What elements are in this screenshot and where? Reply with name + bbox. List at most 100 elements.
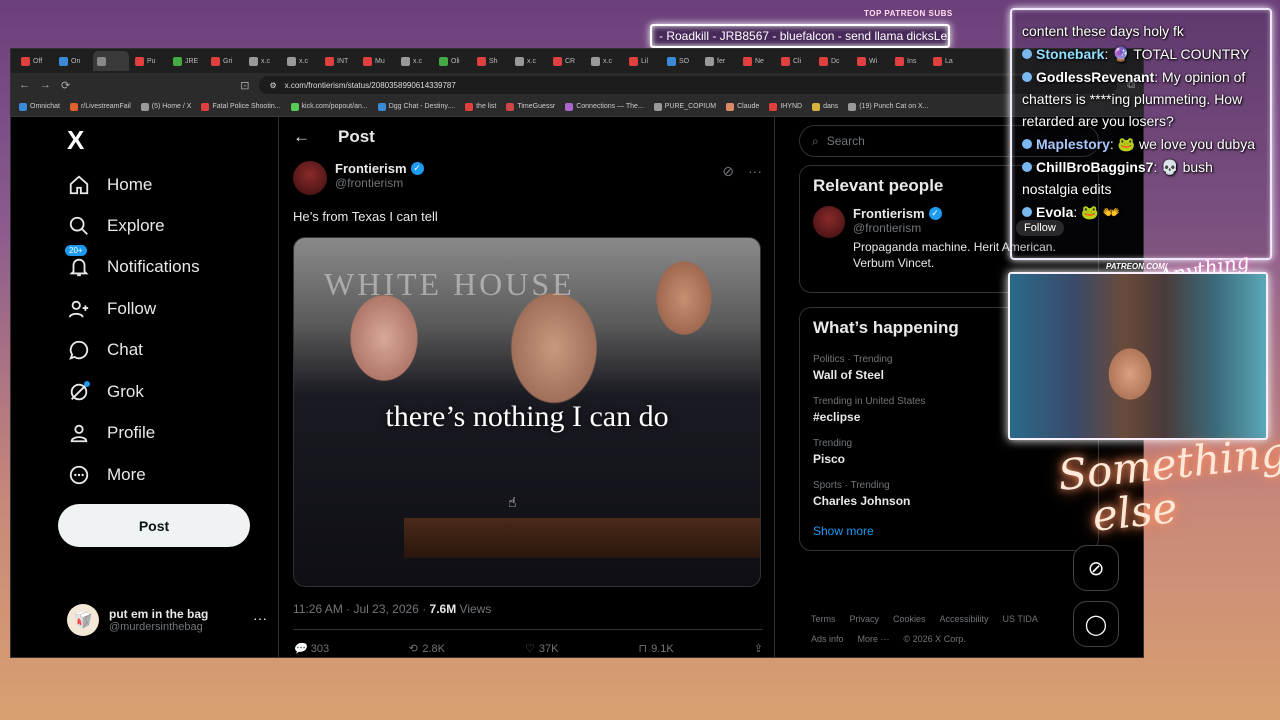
browser-tab[interactable]: x.c bbox=[283, 51, 319, 71]
bookmark-item[interactable]: IHYND bbox=[769, 102, 802, 111]
post-author[interactable]: Frontierism ✓ @frontierism bbox=[293, 161, 424, 195]
browser-tab[interactable]: SO bbox=[663, 51, 699, 71]
tab-favicon-icon bbox=[59, 56, 68, 66]
nav-follow[interactable]: Follow bbox=[67, 295, 156, 323]
browser-tab[interactable] bbox=[93, 51, 129, 71]
nav-label: Profile bbox=[107, 423, 156, 442]
x-logo-icon[interactable]: X bbox=[67, 125, 84, 156]
chat-username: ChillBroBaggins7 bbox=[1036, 159, 1154, 175]
bookmark-label: Connections — The... bbox=[576, 103, 644, 110]
bookmark-item[interactable]: TimeGuessr bbox=[506, 102, 555, 111]
tab-label: fer bbox=[717, 57, 726, 65]
nav-chat[interactable]: Chat bbox=[67, 336, 143, 364]
footer-link[interactable]: More ··· bbox=[858, 629, 890, 649]
browser-tab[interactable]: fer bbox=[701, 51, 737, 71]
footer-link[interactable]: US TIDA bbox=[1003, 609, 1038, 629]
browser-tab[interactable]: Dc bbox=[815, 51, 851, 71]
browser-tab[interactable]: Oli bbox=[435, 51, 471, 71]
nav-explore[interactable]: Explore bbox=[67, 212, 165, 240]
bookmark-button[interactable]: ⊓ 9.1K bbox=[638, 642, 673, 656]
author-name[interactable]: Frontierism bbox=[335, 161, 407, 176]
bookmark-item[interactable]: the list bbox=[465, 102, 496, 111]
bookmark-item[interactable]: Connections — The... bbox=[565, 102, 644, 111]
repost-button[interactable]: ⟲ 2.8K bbox=[409, 642, 445, 656]
browser-tab[interactable]: On bbox=[55, 51, 91, 71]
bookmark-item[interactable]: Dgg Chat - Destiny.... bbox=[377, 102, 455, 111]
bookmark-item[interactable]: kick.com/popout/an... bbox=[290, 102, 368, 111]
grok-explain-icon[interactable]: ⊘ bbox=[722, 163, 734, 180]
account-switcher[interactable]: 🥡 put em in the bag @murdersinthebag ··· bbox=[67, 604, 267, 636]
browser-tab[interactable]: JRE bbox=[169, 51, 205, 71]
browser-tab[interactable]: La bbox=[929, 51, 965, 71]
bookmark-item[interactable]: Omnichat bbox=[19, 102, 60, 111]
browser-tab[interactable]: Pu bbox=[131, 51, 167, 71]
more-options-icon[interactable]: ··· bbox=[748, 163, 762, 180]
browser-tab[interactable]: Wi bbox=[853, 51, 889, 71]
share-button[interactable]: ⇪ bbox=[754, 642, 763, 655]
bookmark-item[interactable]: r/LivestreamFail bbox=[69, 102, 131, 111]
browser-tab[interactable]: x.c bbox=[397, 51, 433, 71]
author-handle[interactable]: @frontierism bbox=[335, 176, 424, 190]
back-arrow-icon[interactable]: ← bbox=[293, 127, 310, 147]
bookmark-icon[interactable]: ⊡ bbox=[240, 79, 249, 92]
browser-tab[interactable]: Off bbox=[17, 51, 53, 71]
person-avatar[interactable] bbox=[813, 206, 845, 238]
browser-tab[interactable]: Gri bbox=[207, 51, 243, 71]
tab-label: JRE bbox=[185, 57, 199, 65]
bookmark-item[interactable]: (19) Punch Cat on X... bbox=[848, 102, 929, 111]
author-avatar[interactable] bbox=[293, 161, 327, 195]
footer-link[interactable]: Accessibility bbox=[940, 609, 989, 629]
bookmark-item[interactable]: Fatal Police Shootin... bbox=[201, 102, 281, 111]
browser-tab[interactable]: Sh bbox=[473, 51, 509, 71]
browser-tab[interactable]: Cli bbox=[777, 51, 813, 71]
like-button[interactable]: ♡ 37K bbox=[525, 642, 558, 656]
nav-home[interactable]: Home bbox=[67, 171, 152, 199]
browser-tab[interactable]: Ins bbox=[891, 51, 927, 71]
browser-tab[interactable]: Ne bbox=[739, 51, 775, 71]
browser-tab[interactable]: Lil bbox=[625, 51, 661, 71]
show-more-link[interactable]: Show more bbox=[800, 516, 1098, 550]
tab-label: Pu bbox=[147, 57, 156, 65]
nav-profile[interactable]: Profile bbox=[67, 419, 155, 447]
browser-tab[interactable]: INT bbox=[321, 51, 357, 71]
browser-tab[interactable]: x.c bbox=[587, 51, 623, 71]
more-circle-icon bbox=[67, 463, 91, 487]
address-bar[interactable]: ⚙ x.com/frontierism/status/2080358990614… bbox=[259, 76, 1118, 94]
reload-icon[interactable]: ⟳ bbox=[61, 79, 70, 92]
nav-grok[interactable]: Grok bbox=[67, 378, 144, 406]
bookmark-label: dans bbox=[823, 103, 839, 110]
footer-link[interactable]: © 2026 X Corp. bbox=[904, 629, 966, 649]
tab-label: x.c bbox=[413, 57, 422, 65]
bookmark-item[interactable]: (5) Home / X bbox=[140, 102, 191, 111]
browser-tab[interactable]: CR bbox=[549, 51, 585, 71]
messages-fab-icon[interactable]: ◯ bbox=[1073, 601, 1119, 647]
footer-link[interactable]: Ads info bbox=[811, 629, 844, 649]
more-icon[interactable]: ··· bbox=[253, 610, 267, 626]
back-icon[interactable]: ← bbox=[19, 79, 30, 91]
post-video[interactable]: WHITE HOUSE there’s nothing I can do bbox=[293, 237, 761, 587]
nav-more[interactable]: More bbox=[67, 461, 146, 489]
trend-item[interactable]: Sports · Trending Charles Johnson bbox=[800, 474, 1098, 516]
tab-favicon-icon bbox=[173, 56, 182, 66]
footer-link[interactable]: Terms bbox=[811, 609, 836, 629]
forward-icon[interactable]: → bbox=[40, 79, 51, 91]
browser-tab[interactable]: x.c bbox=[245, 51, 281, 71]
post-header: ← Post bbox=[293, 127, 375, 147]
nav-notifications[interactable]: 20+ Notifications bbox=[65, 245, 200, 281]
post-button[interactable]: Post bbox=[58, 504, 250, 547]
footer-link[interactable]: Privacy bbox=[850, 609, 880, 629]
bookmark-item[interactable]: PURE_COPIUM bbox=[653, 102, 716, 111]
reply-button[interactable]: 💬 303 bbox=[293, 642, 329, 656]
footer-link[interactable]: Cookies bbox=[893, 609, 926, 629]
browser-tab[interactable]: x.c bbox=[511, 51, 547, 71]
bookmark-item[interactable]: Claude bbox=[726, 102, 759, 111]
grok-fab-icon[interactable]: ⊘ bbox=[1073, 545, 1119, 591]
post-timestamp[interactable]: 11:26 AM · Jul 23, 2026 · bbox=[293, 602, 430, 616]
bookmark-item[interactable]: dans bbox=[812, 102, 839, 111]
person-name[interactable]: Frontierism bbox=[853, 206, 925, 221]
site-info-icon[interactable]: ⚙ bbox=[269, 81, 276, 90]
bookmark-favicon-icon bbox=[201, 102, 210, 111]
follow-button[interactable]: Follow bbox=[1016, 220, 1064, 236]
browser-tab[interactable]: Mu bbox=[359, 51, 395, 71]
tab-favicon-icon bbox=[97, 56, 106, 66]
